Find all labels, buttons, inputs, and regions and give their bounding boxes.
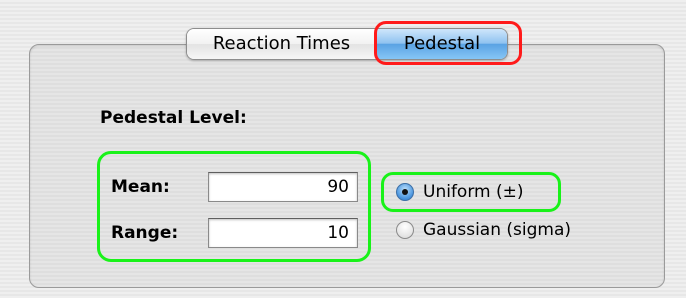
range-field[interactable]: 10 [208,218,358,248]
pedestal-tab-highlight [374,21,522,65]
pedestal-level-heading: Pedestal Level: [100,108,247,128]
tab-reaction-times[interactable]: Reaction Times [187,29,377,59]
gaussian-radio-label: Gaussian (sigma) [423,220,572,240]
uniform-radio-label: Uniform (±) [423,182,524,202]
gaussian-radio-button[interactable] [396,221,414,239]
mean-label: Mean: [111,177,170,197]
uniform-radio-option[interactable]: Uniform (±) [396,182,524,202]
gaussian-radio-option[interactable]: Gaussian (sigma) [396,220,571,240]
range-label: Range: [111,223,179,243]
uniform-radio-button[interactable] [396,183,414,201]
mean-field[interactable]: 90 [208,172,358,202]
